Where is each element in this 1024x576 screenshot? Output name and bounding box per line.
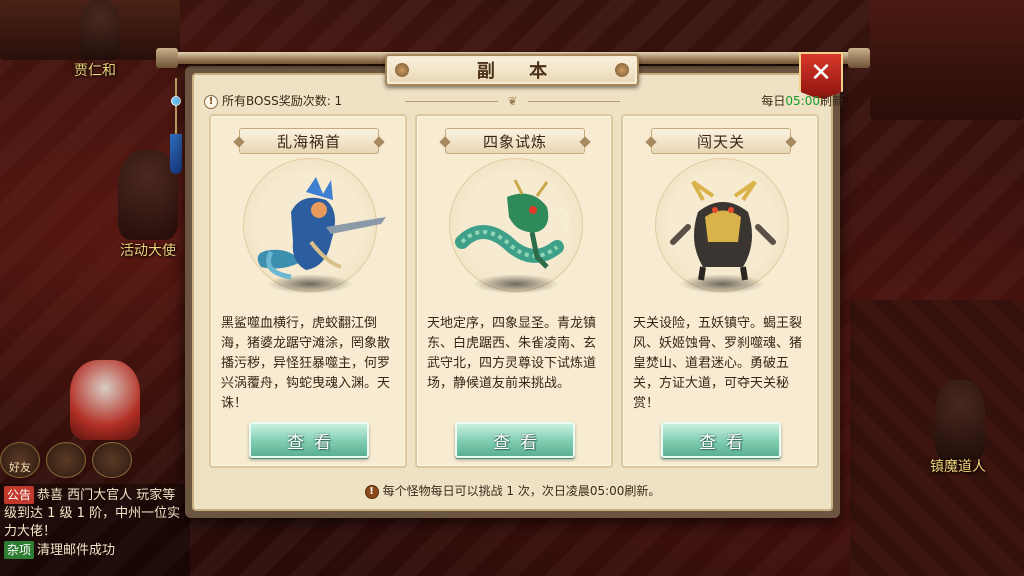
misc-tag: 杂项 (4, 541, 35, 559)
misc-text: 清理邮件成功 (37, 543, 116, 558)
sea-dragon-warrior-icon (257, 177, 386, 280)
card-description: 天地定序，四象显圣。青龙镇东、白虎踞西、朱雀凌南、玄武守北，四方灵尊设下试炼道场… (427, 316, 597, 391)
close-icon: ✕ (810, 58, 832, 88)
dialog-title-plate: 副 本 (385, 54, 639, 86)
scene-pillar-right (870, 0, 1024, 120)
dungeon-card-sea-chaos: 乱海祸首 黑鲨噬血横行，虎蛟翻江倒海，猪婆龙踞守滩涂，罔象散播污秽，异怪狂暴噬主… (209, 114, 407, 468)
card-title: 闯天关 (651, 128, 791, 154)
card-description: 黑鲨噬血横行，虎蛟翻江倒海，猪婆龙踞守滩涂，罔象散播污秽，异怪狂暴噬主，何罗兴涡… (221, 316, 391, 411)
announcement-tag: 公告 (4, 486, 35, 504)
chat-log[interactable]: 公告 恭喜 西门大官人 玩家等级到达 1 级 1 阶，中州一位实力大佬！ 杂项 清理… (0, 484, 190, 576)
exclamation-icon: ! (204, 94, 218, 109)
chat-bubble-icon[interactable] (46, 442, 86, 478)
npc-figure-demon-taoist[interactable] (935, 380, 985, 460)
panel-tassel-ornament (170, 78, 182, 178)
view-button[interactable]: 查看 (455, 422, 575, 458)
npc-name-jiarenhe[interactable]: 贾仁和 (74, 60, 116, 80)
npc-figure-activity-envoy[interactable] (118, 150, 178, 240)
chat-line-announcement: 公告 恭喜 西门大官人 玩家等级到达 1 级 1 阶，中州一位实力大佬！ (4, 486, 186, 541)
friends-icon[interactable]: 好友 (0, 442, 40, 478)
chat-line-misc: 杂项 清理邮件成功 (4, 541, 186, 560)
friends-label: 好友 (9, 461, 31, 474)
npc-name-demon-taoist[interactable]: 镇魔道人 (930, 456, 986, 476)
npc-figure-jiarenhe[interactable] (80, 0, 120, 60)
scroll-rod-end-right (848, 48, 870, 68)
view-button[interactable]: 查看 (661, 422, 781, 458)
dialog-title: 副 本 (476, 61, 562, 82)
refresh-time: 05:00 (785, 94, 820, 108)
card-title: 四象试炼 (445, 128, 585, 154)
view-button[interactable]: 查看 (249, 422, 369, 458)
refresh-suffix: 刷新 (819, 94, 844, 108)
exclamation-icon: ! (364, 484, 379, 499)
dungeon-card-four-symbols: 四象试炼 天地定序，四象显圣。青龙镇东、白虎踞西、朱雀凌南、玄武守北，四方灵尊设… (415, 114, 613, 468)
green-dragon-icon (455, 179, 569, 269)
voice-icon[interactable] (92, 442, 132, 478)
boss-reward-count: ! 所有BOSS奖励次数: 1 (204, 92, 342, 109)
dungeon-card-heaven-pass: 闯天关 天关设险，五妖镇守。蝎王裂风、妖姬蚀骨、罗刹噬魂、猪皇焚山、道君迷心。勇… (621, 114, 819, 468)
chat-quick-icons: 好友 (0, 442, 132, 478)
npc-figure-lion-dancer[interactable] (70, 360, 140, 440)
armored-beast-icon (670, 180, 776, 281)
npc-name-activity-envoy[interactable]: 活动大使 (120, 240, 176, 260)
daily-challenge-note: ! 每个怪物每日可以挑战 1 次，次日凌晨05:00刷新。 (185, 482, 840, 499)
scroll-rod-end-left (156, 48, 178, 68)
daily-refresh-info: 每日05:00刷新 (761, 92, 844, 109)
footer-note-text: 每个怪物每日可以挑战 1 次，次日凌晨05:00刷新。 (382, 484, 661, 498)
header-flourish: ❦ (405, 95, 620, 107)
card-description: 天关设险，五妖镇守。蝎王裂风、妖姬蚀骨、罗刹噬魂、猪皇焚山、道君迷心。勇破五关，… (633, 316, 803, 411)
boss-reward-label: 所有BOSS奖励次数: 1 (222, 94, 343, 108)
card-title: 乱海祸首 (239, 128, 379, 154)
refresh-prefix: 每日 (761, 94, 786, 108)
